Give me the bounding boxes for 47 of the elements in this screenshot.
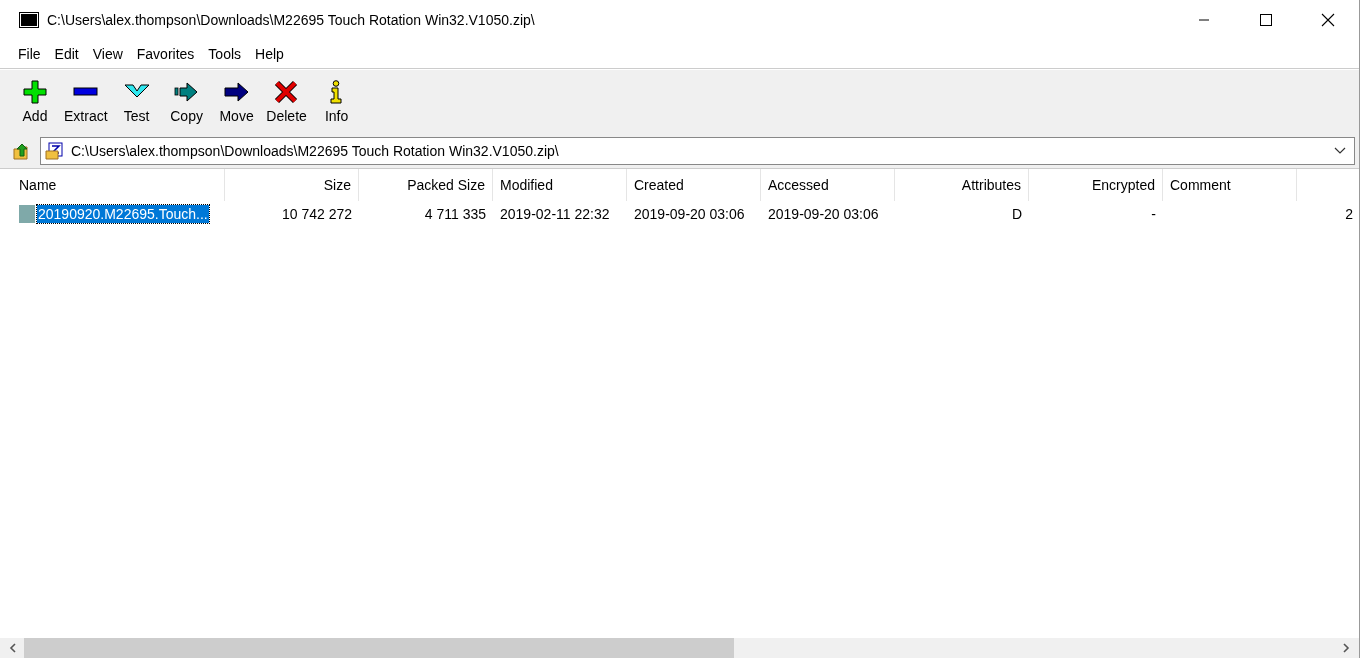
toolbar-button[interactable]: Info — [311, 76, 362, 128]
close-icon[interactable] — [1321, 13, 1335, 27]
window-title: C:\Users\alex.thompson\Downloads\M22695 Touch Rotation Win32.V1050.zip\ — [47, 12, 535, 28]
plus-icon — [22, 80, 48, 104]
menu-item[interactable]: Help — [248, 46, 291, 62]
scroll-right-icon[interactable] — [1341, 643, 1351, 653]
table-cell: 2 — [1345, 206, 1353, 222]
column-header[interactable]: Packed Size — [359, 169, 493, 201]
table-cell: 2019-09-20 03:06 — [768, 206, 879, 222]
menu-item[interactable]: Edit — [47, 46, 86, 62]
table-cell: - — [1151, 206, 1156, 222]
column-header[interactable]: Attributes — [895, 169, 1029, 201]
column-header[interactable]: Encrypted — [1029, 169, 1163, 201]
scroll-left-icon[interactable] — [8, 643, 18, 653]
table-cell: 2019-02-11 22:32 — [500, 206, 610, 222]
column-header[interactable]: Size — [225, 169, 359, 201]
menu-item[interactable]: Favorites — [129, 46, 202, 62]
arrow-icon — [224, 80, 250, 104]
arrow-icon — [174, 80, 200, 104]
address-field[interactable]: C:\Users\alex.thompson\Downloads\M22695 Touch Rotation Win32.V1050.zip\ — [40, 137, 1355, 165]
toolbar-button[interactable]: Extract — [60, 76, 112, 128]
column-header[interactable]: Accessed — [761, 169, 895, 201]
menu-item[interactable]: View — [85, 46, 130, 62]
toolbar-button[interactable]: Move — [211, 76, 262, 128]
maximize-icon[interactable] — [1260, 14, 1272, 26]
column-header[interactable]: Created — [627, 169, 761, 201]
file-name[interactable]: 20190920.M22695.Touch... — [37, 205, 209, 223]
cross-icon — [274, 80, 300, 104]
table-cell: D — [1011, 206, 1022, 222]
toolbar-button[interactable]: Test — [111, 76, 162, 128]
toolbar-button[interactable]: Delete — [261, 76, 312, 128]
toolbar-button[interactable]: Copy — [161, 76, 212, 128]
toolbar-button[interactable]: Add — [10, 76, 60, 128]
column-header[interactable]: Name — [12, 169, 225, 201]
app-icon — [19, 12, 39, 28]
horizontal-scrollbar[interactable] — [0, 638, 1359, 658]
table-cell: 4 711 335 — [424, 206, 486, 222]
column-header[interactable]: Modified — [493, 169, 627, 201]
table-cell: 2019-09-20 03:06 — [634, 206, 745, 222]
menu-item[interactable]: Tools — [201, 46, 249, 62]
dropdown-caret-icon[interactable] — [1334, 147, 1346, 155]
table-cell: 10 742 272 — [281, 206, 352, 222]
column-header[interactable]: Comment — [1163, 169, 1297, 201]
folder-icon — [19, 205, 35, 223]
archive-icon — [45, 142, 63, 160]
menu-item[interactable]: File — [11, 46, 48, 62]
scrollbar-thumb[interactable] — [24, 638, 734, 658]
